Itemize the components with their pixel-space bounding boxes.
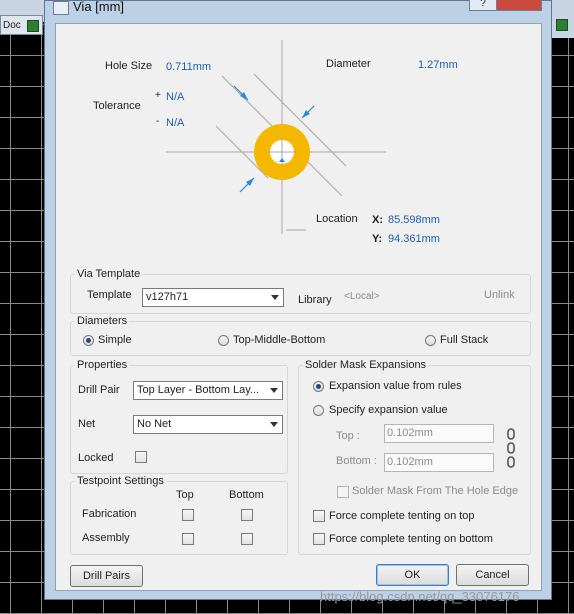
testpoint-col-bottom: Bottom — [229, 489, 264, 501]
watermark-text: https://blog.csdn.net/qq_33076176 — [320, 589, 520, 604]
mask-from-hole-edge-checkbox[interactable] — [337, 486, 349, 498]
tolerance-minus-sign: - — [156, 116, 160, 127]
tent-top-label[interactable]: Force complete tenting on top — [329, 510, 475, 522]
locked-checkbox[interactable] — [135, 451, 147, 463]
assembly-bottom-checkbox[interactable] — [241, 533, 253, 545]
testpoint-title: Testpoint Settings — [75, 475, 166, 487]
document-icon — [27, 20, 39, 32]
specify-expansion-radio[interactable] — [313, 405, 324, 416]
tent-bottom-label[interactable]: Force complete tenting on bottom — [329, 533, 493, 545]
tent-top-checkbox[interactable] — [313, 510, 325, 522]
template-select-value: v127h71 — [146, 291, 189, 303]
fabrication-bottom-checkbox[interactable] — [241, 509, 253, 521]
mask-from-hole-edge-label: Solder Mask From The Hole Edge — [352, 485, 519, 497]
chevron-down-icon — [270, 422, 278, 427]
diameter-value[interactable]: 1.27mm — [418, 59, 458, 71]
tolerance-minus-value[interactable]: N/A — [166, 117, 184, 129]
diameter-full-stack-radio[interactable] — [425, 335, 436, 346]
close-button[interactable] — [496, 0, 542, 11]
x-value[interactable]: 85.598mm — [388, 214, 440, 226]
diameter-simple-radio[interactable] — [83, 335, 94, 346]
title-bar[interactable]: Via [mm] ? — [45, 0, 551, 23]
diameter-simple-label[interactable]: Simple — [98, 334, 132, 346]
help-button[interactable]: ? — [469, 0, 497, 11]
mask-top-input[interactable]: 0.102mm — [384, 424, 494, 443]
assembly-top-checkbox[interactable] — [182, 533, 194, 545]
fabrication-top-checkbox[interactable] — [182, 509, 194, 521]
drill-pairs-button[interactable]: Drill Pairs — [70, 565, 143, 587]
hole-size-label: Hole Size — [105, 60, 153, 72]
testpoint-row-assembly: Assembly — [82, 532, 130, 544]
tent-bottom-checkbox[interactable] — [313, 533, 325, 545]
diameter-label: Diameter — [326, 58, 371, 70]
solder-mask-title: Solder Mask Expansions — [303, 359, 429, 371]
testpoint-row-fabrication: Fabrication — [82, 508, 137, 520]
mask-bottom-input[interactable]: 0.102mm — [384, 453, 494, 472]
diameter-top-middle-bottom-radio[interactable] — [218, 335, 229, 346]
document-tab[interactable]: Doc — [0, 15, 43, 35]
x-label: X: — [372, 214, 383, 226]
net-select-value: No Net — [137, 418, 172, 430]
diameter-top-middle-bottom-label[interactable]: Top-Middle-Bottom — [233, 334, 325, 346]
via-template-title: Via Template — [75, 268, 143, 280]
library-value: <Local> — [344, 291, 380, 302]
specify-expansion-label[interactable]: Specify expansion value — [329, 404, 448, 416]
mask-bottom-label: Bottom : — [336, 455, 377, 467]
expansion-from-rules-label[interactable]: Expansion value from rules — [329, 380, 462, 392]
y-label: Y: — [372, 233, 383, 245]
drill-pair-select-value: Top Layer - Bottom Lay... — [137, 384, 260, 396]
diameters-title: Diameters — [75, 315, 130, 327]
chevron-down-icon — [271, 295, 279, 300]
document-tab-label: Doc — [3, 20, 21, 31]
expansion-from-rules-radio[interactable] — [313, 381, 324, 392]
dialog-client-area: Hole Size 0.711mm Tolerance + N/A - N/A … — [55, 23, 542, 591]
properties-title: Properties — [75, 359, 130, 371]
hole-size-value[interactable]: 0.711mm — [166, 61, 211, 73]
tolerance-label: Tolerance — [93, 100, 141, 112]
via-dialog: Via [mm] ? Hole Size 0.711mm Tolerance +… — [44, 0, 552, 600]
tolerance-plus-sign: + — [155, 90, 161, 101]
panel-icon[interactable] — [556, 19, 568, 31]
locked-label: Locked — [78, 452, 114, 464]
testpoint-col-top: Top — [176, 489, 194, 501]
library-label: Library — [298, 294, 332, 306]
chevron-down-icon — [270, 388, 278, 393]
unlink-button[interactable]: Unlink — [484, 289, 515, 301]
window-icon — [53, 1, 69, 15]
y-value[interactable]: 94.361mm — [388, 233, 440, 245]
window-title: Via [mm] — [73, 0, 125, 14]
net-label: Net — [78, 418, 96, 430]
net-select[interactable]: No Net — [133, 415, 283, 434]
location-label: Location — [316, 213, 358, 225]
right-panel-strip — [551, 0, 574, 38]
tolerance-plus-value[interactable]: N/A — [166, 91, 184, 103]
template-select[interactable]: v127h71 — [142, 288, 284, 307]
ok-button[interactable]: OK — [376, 564, 449, 586]
link-chain-icon[interactable] — [505, 428, 517, 468]
diameter-full-stack-label[interactable]: Full Stack — [440, 334, 488, 346]
template-label: Template — [87, 289, 132, 301]
drill-pair-label: Drill Pair — [78, 384, 120, 396]
drill-pair-select[interactable]: Top Layer - Bottom Lay... — [133, 381, 283, 400]
mask-top-label: Top : — [336, 430, 360, 442]
cancel-button[interactable]: Cancel — [456, 564, 529, 586]
